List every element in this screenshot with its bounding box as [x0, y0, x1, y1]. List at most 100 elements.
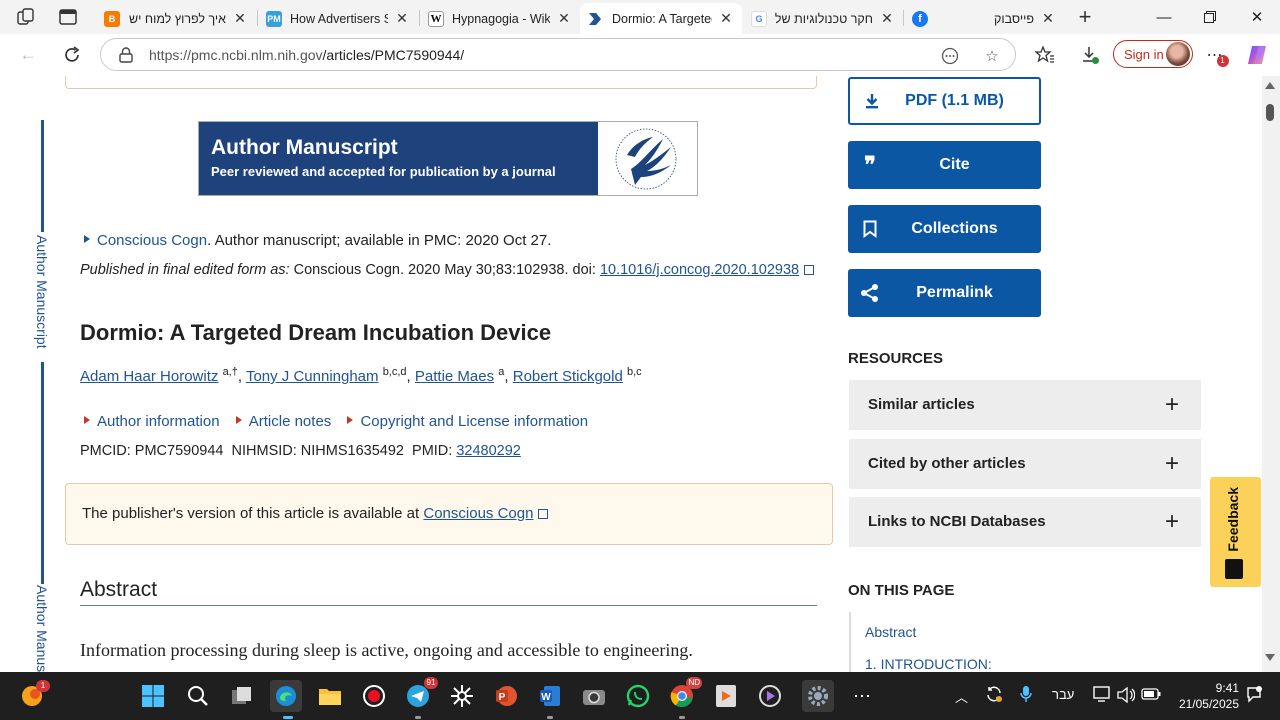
toc-link-introduction[interactable]: 1. INTRODUCTION: [865, 656, 992, 672]
journal-link[interactable]: Conscious Cogn [97, 232, 207, 249]
refresh-icon[interactable] [60, 43, 84, 67]
close-icon[interactable]: ✕ [1040, 10, 1056, 27]
favorites-icon[interactable] [1033, 43, 1057, 67]
article-identifiers: PMCID: PMC7590944 NIHMSID: NIHMS1635492 … [80, 443, 521, 459]
camera-icon[interactable] [578, 680, 610, 712]
share-icon [860, 283, 880, 303]
plus-icon: + [1164, 391, 1179, 418]
task-view-icon[interactable] [226, 680, 258, 712]
tab-wikipedia[interactable]: W Hypnagogia - Wikip ✕ [420, 3, 580, 34]
back-icon[interactable]: ← [16, 43, 40, 67]
doi-link[interactable]: 10.1016/j.concog.2020.102938 [600, 262, 799, 278]
settings-more-icon[interactable]: ⋯ 1 [1203, 43, 1229, 67]
settings-icon[interactable] [802, 680, 834, 712]
feedback-button[interactable]: Feedback [1210, 477, 1261, 587]
telegram-icon[interactable]: 91 [402, 677, 438, 712]
close-icon[interactable]: ✕ [232, 10, 248, 27]
close-window-icon[interactable]: ✕ [1234, 0, 1280, 34]
page-scrollbar[interactable] [1262, 76, 1280, 672]
clipchamp-icon[interactable] [754, 680, 786, 712]
volume-icon[interactable] [1117, 686, 1136, 706]
published-line: Published in final edited form as: Consc… [80, 262, 815, 278]
sign-in-button[interactable]: Sign in [1113, 40, 1193, 68]
plus-icon: + [1164, 508, 1179, 535]
google-icon: G [751, 10, 767, 27]
minimize-icon[interactable]: — [1141, 0, 1187, 34]
lock-icon[interactable] [119, 47, 133, 63]
author-link[interactable]: Adam Haar Horowitz [80, 368, 218, 385]
cite-button[interactable]: ❞ Cite [848, 141, 1041, 189]
close-icon[interactable]: ✕ [879, 10, 895, 27]
url-text[interactable]: https://pmc.ncbi.nlm.nih.gov/articles/PM… [149, 47, 464, 63]
running-indicator [415, 716, 421, 719]
tab-actions-icon[interactable] [58, 7, 78, 27]
address-bar[interactable]: https://pmc.ncbi.nlm.nih.gov/articles/PM… [100, 38, 1016, 71]
tab-google-hebrew[interactable]: G חקר טכנולוגיות של ✕ [743, 3, 903, 34]
whatsapp-icon[interactable] [622, 680, 654, 712]
more-tools-icon[interactable] [939, 45, 961, 67]
collections-button[interactable]: Collections [848, 205, 1041, 253]
side-rule [41, 120, 44, 232]
microphone-icon[interactable] [1019, 685, 1033, 706]
tab-advertisers[interactable]: PM How Advertisers Se ✕ [258, 3, 418, 34]
copilot-icon[interactable] [1245, 43, 1269, 67]
show-hidden-icons-chevron-icon[interactable]: ︿ [955, 687, 968, 706]
article-notes-toggle[interactable]: Article notes [235, 413, 331, 430]
media-player-icon[interactable] [710, 680, 742, 712]
author-manuscript-side-label: Author Manuscript [34, 585, 50, 672]
banner-subtitle: Peer reviewed and accepted for publicati… [211, 164, 556, 179]
pmid-link[interactable]: 32480292 [456, 443, 521, 459]
notifications-icon[interactable] [1245, 685, 1263, 706]
author-information-toggle[interactable]: Author information [84, 413, 220, 430]
tab-blogger[interactable]: B איך לפרוץ למוח ישן ✕ [96, 3, 256, 34]
scroll-up-arrow[interactable] [1265, 82, 1275, 89]
close-icon[interactable]: ✕ [394, 10, 410, 27]
resources-heading: RESOURCES [848, 350, 944, 367]
plus-icon: + [1164, 450, 1179, 477]
edge-taskbar-icon[interactable] [270, 680, 302, 712]
article-info-links: Author information Article notes Copyrig… [84, 413, 600, 430]
scroll-thumb[interactable] [1266, 104, 1274, 121]
word-icon[interactable]: W [534, 680, 566, 712]
restore-icon[interactable] [1187, 0, 1233, 34]
author-link[interactable]: Tony J Cunningham [246, 368, 379, 385]
file-explorer-icon[interactable] [314, 680, 346, 712]
screen-recorder-icon[interactable] [358, 680, 390, 712]
copilot-taskbar-icon[interactable]: 1 [16, 680, 50, 712]
permalink-button[interactable]: Permalink [848, 269, 1041, 317]
battery-icon[interactable] [1141, 687, 1161, 704]
pdf-button[interactable]: PDF (1.1 MB) [848, 77, 1041, 125]
copyright-toggle[interactable]: Copyright and License information [347, 413, 588, 430]
tab-dormio-active[interactable]: Dormio: A Targeted ✕ [580, 3, 742, 34]
scroll-down-arrow[interactable] [1265, 654, 1275, 661]
close-icon[interactable]: ✕ [556, 10, 572, 27]
system-clock[interactable]: 9:41 21/05/2025 [1173, 680, 1239, 712]
workspaces-icon[interactable] [16, 7, 36, 27]
author-link[interactable]: Pattie Maes [415, 368, 494, 385]
powerpoint-icon[interactable]: P [490, 680, 522, 712]
expand-triangle-icon[interactable] [84, 235, 90, 243]
favorite-star-icon[interactable]: ☆ [981, 45, 1003, 67]
ncbi-links-accordion[interactable]: Links to NCBI Databases + [849, 497, 1201, 547]
downloads-icon[interactable] [1078, 43, 1102, 67]
author-manuscript-banner: Author Manuscript Peer reviewed and acce… [198, 121, 698, 196]
publisher-link[interactable]: Conscious Cogn [423, 505, 533, 522]
navigation-bar: ← https://pmc.ncbi.nlm.nih.gov/articles/… [0, 34, 1280, 76]
close-icon[interactable]: ✕ [718, 10, 734, 27]
search-icon[interactable] [182, 680, 214, 712]
tab-facebook[interactable]: f פייסבוק ✕ [904, 3, 1064, 34]
perplexity-icon[interactable] [446, 680, 478, 712]
network-icon[interactable] [1093, 685, 1113, 706]
chrome-icon[interactable]: ND [666, 677, 702, 712]
sync-icon[interactable] [985, 685, 1003, 706]
quote-icon: ❞ [864, 152, 876, 178]
new-tab-icon[interactable]: + [1075, 4, 1095, 29]
expand-triangle-icon [84, 416, 90, 424]
author-link[interactable]: Robert Stickgold [513, 368, 623, 385]
windows-start-icon[interactable] [137, 680, 169, 712]
more-apps-icon[interactable]: ⋯ [846, 680, 878, 712]
language-indicator[interactable]: עבר [1052, 687, 1074, 702]
similar-articles-accordion[interactable]: Similar articles + [849, 380, 1201, 430]
cited-by-accordion[interactable]: Cited by other articles + [849, 439, 1201, 489]
toc-link-abstract[interactable]: Abstract [865, 624, 916, 640]
